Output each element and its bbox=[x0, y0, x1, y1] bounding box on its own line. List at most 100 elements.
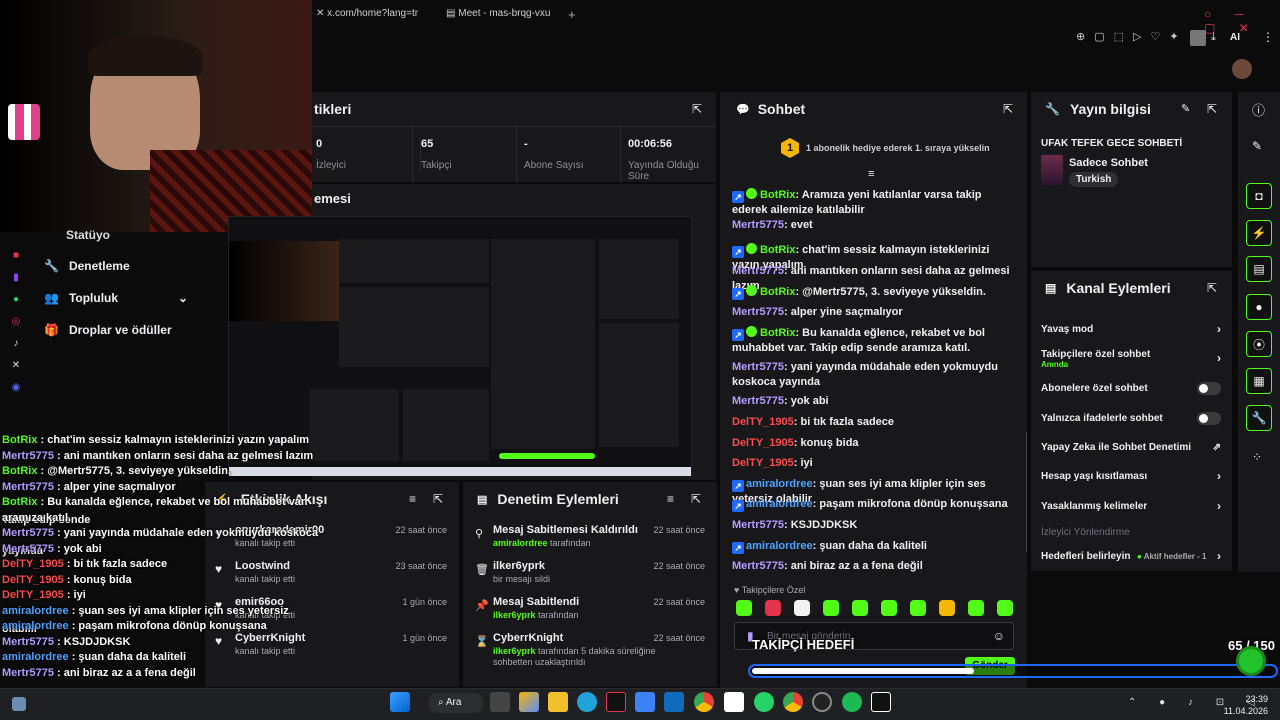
kick-icon[interactable]: ■ bbox=[8, 245, 24, 267]
emote-icon[interactable] bbox=[736, 600, 752, 616]
taskbar-search[interactable]: ⌕ Ara bbox=[428, 693, 484, 713]
chat-icon[interactable]: ● bbox=[1246, 294, 1272, 320]
filter-icon[interactable]: ≡ bbox=[868, 168, 874, 180]
tiktok-icon[interactable]: ♪ bbox=[8, 333, 24, 355]
tab-x[interactable]: ✕ x.com/home?lang=tr bbox=[316, 8, 418, 19]
windows-start-icon[interactable] bbox=[390, 692, 410, 712]
user-avatar[interactable] bbox=[1232, 59, 1252, 79]
bolt-icon[interactable]: ⚡ bbox=[1246, 220, 1272, 246]
whatsapp-icon[interactable]: ● bbox=[8, 289, 24, 311]
emote-icon[interactable] bbox=[765, 600, 781, 616]
filter-icon[interactable]: ≡ bbox=[409, 492, 416, 506]
task-view-icon[interactable] bbox=[490, 692, 510, 712]
scrollbar[interactable] bbox=[1026, 432, 1027, 552]
instagram-icon[interactable]: ◎ bbox=[8, 311, 24, 333]
mod-action-user[interactable]: ilker6yprk bbox=[493, 646, 536, 656]
doc-icon[interactable]: ▤ bbox=[1246, 256, 1272, 282]
obs-icon[interactable] bbox=[812, 692, 832, 712]
emote-icon[interactable] bbox=[910, 600, 926, 616]
chat-username[interactable]: Mertr5775 bbox=[732, 519, 784, 531]
emote-icon[interactable] bbox=[968, 600, 984, 616]
explorer-icon[interactable] bbox=[548, 692, 568, 712]
download-icon[interactable]: ⤓ bbox=[1211, 31, 1216, 44]
mod-action-user[interactable]: ilker6yprk bbox=[493, 610, 536, 620]
twitch-icon[interactable]: ▮ bbox=[8, 267, 24, 289]
nav-item-community[interactable]: 👥 Topluluk ⌄ bbox=[44, 291, 188, 305]
camera-icon[interactable]: ◘ bbox=[1246, 183, 1272, 209]
ai-moderation-row[interactable]: Yapay Zeka ile Sohbet Denetimi ⇗ bbox=[1041, 442, 1221, 453]
emote-icon[interactable] bbox=[881, 600, 897, 616]
broadcast-icon[interactable]: ⦿ bbox=[1246, 331, 1272, 357]
subs-only-toggle[interactable] bbox=[1197, 382, 1221, 395]
chat-username[interactable]: amiralordree bbox=[746, 478, 813, 490]
list-icon[interactable]: ▦ bbox=[1246, 368, 1272, 394]
followers-only-row[interactable]: Takipçilere özel sohbet Anında › bbox=[1041, 349, 1221, 369]
browser-toolbar-icons[interactable]: ⊕▢⬚▷♡✦ bbox=[1076, 30, 1188, 43]
chat-username[interactable]: BotRix bbox=[760, 327, 795, 339]
emotes-only-toggle[interactable] bbox=[1197, 412, 1221, 425]
weather-icon[interactable] bbox=[12, 697, 26, 711]
mod-action-user[interactable]: amiralordree bbox=[493, 538, 548, 548]
chat-username[interactable]: Mertr5775 bbox=[732, 361, 784, 373]
emote-icon[interactable] bbox=[852, 600, 868, 616]
chat-username[interactable]: DelTY_1905 bbox=[732, 416, 794, 428]
capcut-icon[interactable] bbox=[871, 692, 891, 712]
spotify-icon[interactable] bbox=[842, 692, 862, 712]
copilot-icon[interactable] bbox=[519, 692, 539, 712]
app-icon[interactable] bbox=[724, 692, 744, 712]
category-name[interactable]: Sadece Sohbet bbox=[1069, 157, 1148, 169]
chat-username[interactable]: BotRix bbox=[760, 189, 795, 201]
chat-username[interactable]: BotRix bbox=[760, 286, 795, 298]
emoji-icon[interactable]: ☺ bbox=[993, 629, 1005, 643]
edge-icon[interactable] bbox=[577, 692, 597, 712]
popout-icon[interactable]: ⇱ bbox=[691, 492, 701, 506]
chat-username[interactable]: Mertr5775 bbox=[732, 560, 784, 572]
tab-meet[interactable]: ▤ Meet - mas-brqg-vxu bbox=[446, 8, 550, 19]
apps-icon[interactable]: ⁘ bbox=[1252, 450, 1262, 464]
chat-username[interactable]: amiralordree bbox=[746, 540, 813, 552]
nav-item-moderation[interactable]: 🔧 Denetleme bbox=[44, 259, 130, 273]
chrome2-icon[interactable] bbox=[783, 692, 803, 712]
subs-only-row[interactable]: Abonelere özel sohbet bbox=[1041, 382, 1221, 395]
chat-username[interactable]: Mertr5775 bbox=[732, 395, 784, 407]
mail-icon[interactable] bbox=[664, 692, 684, 712]
popout-icon[interactable]: ⇱ bbox=[1207, 102, 1217, 116]
chat-username[interactable]: BotRix bbox=[760, 244, 795, 256]
slow-mode-row[interactable]: Yavaş mod › bbox=[1041, 322, 1221, 336]
clock[interactable]: 23:39 11.04.2026 bbox=[1222, 693, 1268, 717]
chat-username[interactable]: Mertr5775 bbox=[732, 306, 784, 318]
chat-username[interactable]: Mertr5775 bbox=[732, 265, 784, 277]
nav-item-drops[interactable]: 🎁 Droplar ve ödüller bbox=[44, 323, 172, 337]
discord-icon[interactable]: ◉ bbox=[8, 377, 24, 399]
emote-icon[interactable] bbox=[794, 600, 810, 616]
chat-username[interactable]: DelTY_1905 bbox=[732, 437, 794, 449]
expand-icon[interactable]: ⇱ bbox=[692, 102, 702, 116]
chrome-icon[interactable] bbox=[694, 692, 714, 712]
kick-app-icon[interactable] bbox=[606, 692, 626, 712]
menu-icon[interactable]: ⋮ bbox=[1262, 30, 1274, 44]
store-icon[interactable] bbox=[635, 692, 655, 712]
popout-icon[interactable]: ⇱ bbox=[1003, 102, 1013, 116]
info-icon[interactable]: ⓘ bbox=[1252, 100, 1265, 119]
chat-username[interactable]: amiralordree bbox=[746, 498, 813, 510]
ai-label[interactable]: AI bbox=[1230, 32, 1240, 43]
emote-icon[interactable] bbox=[997, 600, 1013, 616]
edit-icon[interactable]: ✎ bbox=[1181, 102, 1190, 115]
popout-icon[interactable]: ⇱ bbox=[433, 492, 443, 506]
emotes-only-row[interactable]: Yalnızca ifadelerle sohbet bbox=[1041, 412, 1221, 425]
goals-row[interactable]: Hedefleri belirleyin ● Aktif hedefler - 1… bbox=[1041, 549, 1221, 563]
popout-icon[interactable]: ⇱ bbox=[1207, 281, 1217, 295]
new-tab-icon[interactable]: + bbox=[568, 7, 576, 22]
x-icon[interactable]: ✕ bbox=[8, 355, 24, 377]
pencil-icon[interactable]: ✎ bbox=[1252, 139, 1262, 153]
emote-icon[interactable] bbox=[939, 600, 955, 616]
account-age-row[interactable]: Hesap yaşı kısıtlaması › bbox=[1041, 469, 1221, 483]
banned-words-row[interactable]: Yasaklanmış kelimeler › bbox=[1041, 499, 1221, 513]
whatsapp-app-icon[interactable] bbox=[754, 692, 774, 712]
wrench-icon[interactable]: 🔧 bbox=[1246, 405, 1272, 431]
profile-avatar[interactable] bbox=[1190, 30, 1206, 46]
nav-item-partial[interactable]: Statüyo bbox=[66, 228, 110, 242]
emote-icon[interactable] bbox=[823, 600, 839, 616]
chat-username[interactable]: DelTY_1905 bbox=[732, 457, 794, 469]
chat-username[interactable]: Mertr5775 bbox=[732, 219, 784, 231]
